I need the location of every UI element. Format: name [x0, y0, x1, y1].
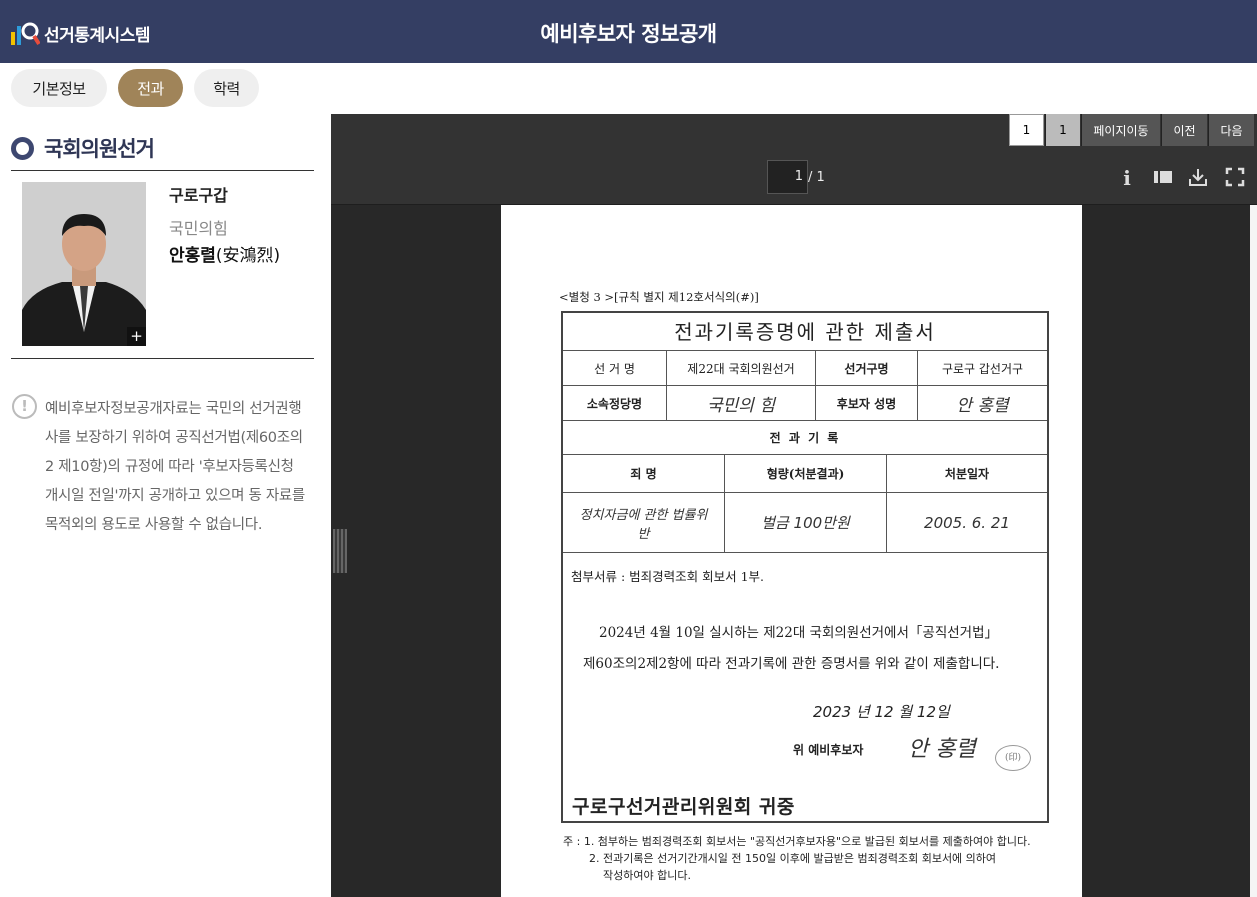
- seal-stamp: (印): [995, 745, 1031, 771]
- page-number-box-current[interactable]: 1: [1045, 114, 1080, 146]
- fullscreen-icon[interactable]: [1223, 166, 1247, 190]
- ring-icon: [11, 136, 34, 160]
- form-label: <별청 3 >[규칙 별지 제12호서식의(#)]: [559, 290, 759, 304]
- tab-criminal-record[interactable]: 전과: [118, 69, 183, 107]
- signer-label: 위 예비후보자: [793, 743, 864, 757]
- label-candidate-name: 후보자 성명: [816, 386, 918, 421]
- candidate-name-line: 안홍렬(安鴻烈): [169, 241, 280, 266]
- header-bar: 선거통계시스템 예비후보자 정보공개: [0, 0, 1257, 63]
- footnote-line-2: 2. 전과기록은 선거기간개시일 전 150일 이후에 발급받은 범죄경력조회 …: [589, 852, 997, 865]
- attachment-note: 첨부서류 : 범죄경력조회 회보서 1부.: [571, 569, 765, 584]
- footnote-line-3: 작성하여야 합니다.: [603, 869, 691, 882]
- district-name: 구로구갑: [169, 186, 228, 205]
- document-page: <별청 3 >[규칙 별지 제12호서식의(#)] 전과기록증명에 관한 제출서…: [501, 205, 1082, 897]
- page-number-box[interactable]: 1: [1009, 114, 1044, 146]
- submission-date: 2023 년 12 월 12일: [813, 703, 950, 721]
- candidate-portrait: [22, 182, 146, 346]
- candidate-name: 안홍렬: [169, 246, 216, 266]
- tab-education[interactable]: 학력: [194, 69, 259, 107]
- prev-page-button[interactable]: 이전: [1161, 114, 1207, 146]
- statement-line-1: 2024년 4월 10일 실시하는 제22대 국회의원선거에서「공직선거법」: [599, 625, 998, 641]
- addressee: 구로구선거관리위원회 귀중: [572, 796, 795, 818]
- record-sentence: 벌금 100만원: [725, 493, 887, 553]
- label-district: 선거구명: [816, 351, 918, 386]
- page-title: 예비후보자 정보공개: [540, 22, 717, 46]
- document-area: <별청 3 >[규칙 별지 제12호서식의(#)] 전과기록증명에 관한 제출서…: [331, 205, 1257, 897]
- panel-resize-handle[interactable]: [333, 529, 347, 573]
- column-crime: 죄 명: [563, 455, 725, 493]
- vertical-scrollbar[interactable]: [1250, 205, 1257, 897]
- page-total: / 1: [808, 170, 825, 185]
- column-sentence: 형량(처분결과): [725, 455, 887, 493]
- footnote-line-1: 주 : 1. 첨부하는 범죄경력조회 회보서는 "공직선거후보자용"으로 발급된…: [563, 835, 1031, 848]
- page-input[interactable]: 1: [767, 160, 808, 194]
- section-title: 국회의원선거: [11, 133, 155, 163]
- viewer-toolbar: 1 1 페이지이동 이전 다음 1 / 1 i: [331, 114, 1257, 205]
- record-header: 전 과 기 록: [563, 421, 1047, 455]
- goto-page-button[interactable]: 페이지이동: [1081, 114, 1160, 146]
- exclamation-icon: !: [12, 394, 37, 419]
- pdf-viewer: 1 1 페이지이동 이전 다음 1 / 1 i <별청 3 >[규칙 별지 제1…: [331, 114, 1257, 897]
- candidate-name-hanja: (安鴻烈): [215, 246, 281, 266]
- form-title: 전과기록증명에 관한 제출서: [563, 313, 1047, 351]
- candidate-panel: 국회의원선거 + 구로구갑 국민의힘 안홍렬(安鴻烈) ! 예비후보자정보공개자…: [0, 114, 331, 897]
- download-icon[interactable]: [1186, 166, 1210, 190]
- divider: [11, 170, 314, 171]
- statement-line-2: 제60조의2제2항에 따라 전과기록에 관한 증명서를 위와 같이 제출합니다.: [583, 656, 1000, 672]
- record-date: 2005. 6. 21: [887, 493, 1047, 553]
- record-crime: 정치자금에 관한 법률위반: [563, 493, 725, 553]
- value-party: 국민의 힘: [667, 386, 816, 421]
- value-district: 구로구 갑선거구: [918, 351, 1047, 386]
- column-date: 처분일자: [887, 455, 1047, 493]
- divider: [11, 358, 314, 359]
- notice-text: 예비후보자정보공개자료는 국민의 선거권행사를 보장하기 위하여 공직선거법(제…: [45, 401, 305, 533]
- footnote: 주 : 1. 첨부하는 범죄경력조회 회보서는 "공직선거후보자용"으로 발급된…: [563, 833, 1031, 884]
- tab-basic-info[interactable]: 기본정보: [11, 69, 107, 107]
- party-name: 국민의힘: [169, 219, 228, 238]
- next-page-button[interactable]: 다음: [1208, 114, 1254, 146]
- info-icon[interactable]: i: [1115, 166, 1139, 190]
- candidate-photo[interactable]: +: [22, 182, 146, 346]
- label-election: 선 거 명: [563, 351, 667, 386]
- election-type: 국회의원선거: [44, 137, 155, 161]
- sidebar-toggle-icon[interactable]: [1151, 166, 1175, 190]
- label-party: 소속정당명: [563, 386, 667, 421]
- tab-bar: 기본정보 전과 학력: [0, 63, 1257, 114]
- record-form: 전과기록증명에 관한 제출서 선 거 명 제22대 국회의원선거 선거구명 구로…: [561, 311, 1049, 823]
- signature: 안 홍렬: [908, 737, 976, 762]
- value-candidate-name: 안 홍렬: [918, 386, 1047, 421]
- photo-expand-button[interactable]: +: [127, 327, 146, 346]
- value-election: 제22대 국회의원선거: [667, 351, 816, 386]
